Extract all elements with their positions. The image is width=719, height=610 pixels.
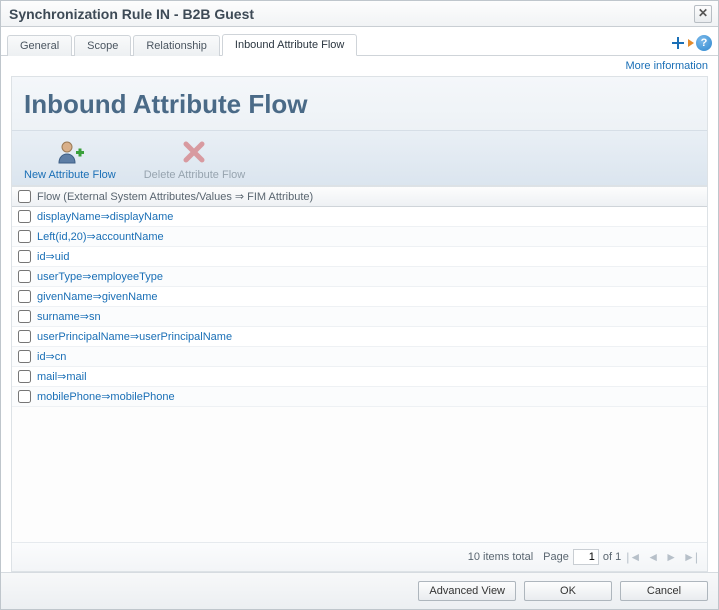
pager: Page of 1 |◄ ◄ ► ►| bbox=[543, 549, 699, 565]
cancel-button[interactable]: Cancel bbox=[620, 581, 708, 601]
row-checkbox[interactable] bbox=[18, 210, 31, 223]
table-row[interactable]: givenName⇒givenName bbox=[12, 287, 707, 307]
table-row[interactable]: mail⇒mail bbox=[12, 367, 707, 387]
table-row[interactable]: surname⇒sn bbox=[12, 307, 707, 327]
flow-link[interactable]: id⇒cn bbox=[37, 350, 66, 363]
delete-attribute-flow-label: Delete Attribute Flow bbox=[144, 169, 246, 181]
row-checkbox[interactable] bbox=[18, 350, 31, 363]
pager-next-icon[interactable]: ► bbox=[664, 550, 678, 564]
row-checkbox[interactable] bbox=[18, 290, 31, 303]
dialog-button-bar: Advanced View OK Cancel bbox=[1, 572, 718, 609]
tab-strip: General Scope Relationship Inbound Attri… bbox=[1, 27, 718, 56]
content-area: Inbound Attribute Flow New Attribute Flo… bbox=[1, 72, 718, 572]
help-icon[interactable]: ? bbox=[696, 35, 712, 51]
flow-link[interactable]: surname⇒sn bbox=[37, 310, 101, 323]
table-row[interactable]: id⇒cn bbox=[12, 347, 707, 367]
more-information-link[interactable]: More information bbox=[625, 60, 708, 72]
row-checkbox[interactable] bbox=[18, 390, 31, 403]
delete-attribute-flow-button: Delete Attribute Flow bbox=[144, 137, 246, 181]
new-attribute-flow-label: New Attribute Flow bbox=[24, 169, 116, 181]
table-row[interactable]: id⇒uid bbox=[12, 247, 707, 267]
add-icon[interactable] bbox=[674, 36, 690, 50]
attribute-flow-pane: Inbound Attribute Flow New Attribute Flo… bbox=[11, 76, 708, 572]
window-title: Synchronization Rule IN - B2B Guest bbox=[9, 6, 254, 22]
row-checkbox[interactable] bbox=[18, 310, 31, 323]
table-row[interactable]: userPrincipalName⇒userPrincipalName bbox=[12, 327, 707, 347]
table-row[interactable]: mobilePhone⇒mobilePhone bbox=[12, 387, 707, 407]
attribute-flow-grid: Flow (External System Attributes/Values … bbox=[12, 186, 707, 542]
row-checkbox[interactable] bbox=[18, 370, 31, 383]
flow-link[interactable]: givenName⇒givenName bbox=[37, 290, 158, 303]
table-row[interactable]: userType⇒employeeType bbox=[12, 267, 707, 287]
pager-last-icon[interactable]: ►| bbox=[682, 550, 699, 564]
close-button[interactable]: ✕ bbox=[694, 5, 712, 23]
delete-x-icon bbox=[176, 137, 212, 167]
row-checkbox[interactable] bbox=[18, 230, 31, 243]
flow-link[interactable]: userPrincipalName⇒userPrincipalName bbox=[37, 330, 232, 343]
user-plus-icon bbox=[52, 137, 88, 167]
select-all-checkbox[interactable] bbox=[18, 190, 31, 203]
page-label: Page bbox=[543, 551, 569, 563]
tab-inbound-attribute-flow[interactable]: Inbound Attribute Flow bbox=[222, 34, 357, 56]
flow-link[interactable]: mail⇒mail bbox=[37, 370, 87, 383]
tab-scope[interactable]: Scope bbox=[74, 35, 131, 56]
dialog-window: Synchronization Rule IN - B2B Guest ✕ Ge… bbox=[0, 0, 719, 610]
page-of-label: of 1 bbox=[603, 551, 621, 563]
flow-link[interactable]: mobilePhone⇒mobilePhone bbox=[37, 390, 175, 403]
page-number-input[interactable] bbox=[573, 549, 599, 565]
flow-link[interactable]: displayName⇒displayName bbox=[37, 210, 173, 223]
tab-relationship[interactable]: Relationship bbox=[133, 35, 220, 56]
row-checkbox[interactable] bbox=[18, 270, 31, 283]
pager-prev-icon[interactable]: ◄ bbox=[646, 550, 660, 564]
page-heading: Inbound Attribute Flow bbox=[24, 89, 695, 120]
title-bar: Synchronization Rule IN - B2B Guest ✕ bbox=[1, 1, 718, 27]
row-checkbox[interactable] bbox=[18, 330, 31, 343]
toolbar: New Attribute Flow Delete Attribute Flow bbox=[12, 130, 707, 185]
tab-general[interactable]: General bbox=[7, 35, 72, 56]
advanced-view-button[interactable]: Advanced View bbox=[418, 581, 516, 601]
pager-first-icon[interactable]: |◄ bbox=[625, 550, 642, 564]
flow-link[interactable]: id⇒uid bbox=[37, 250, 69, 263]
grid-header-label: Flow (External System Attributes/Values … bbox=[37, 190, 313, 203]
flow-link[interactable]: userType⇒employeeType bbox=[37, 270, 163, 283]
table-row[interactable]: displayName⇒displayName bbox=[12, 207, 707, 227]
items-total-label: 10 items total bbox=[468, 551, 533, 563]
ok-button[interactable]: OK bbox=[524, 581, 612, 601]
pane-header: Inbound Attribute Flow New Attribute Flo… bbox=[12, 77, 707, 186]
row-checkbox[interactable] bbox=[18, 250, 31, 263]
grid-footer: 10 items total Page of 1 |◄ ◄ ► ►| bbox=[12, 542, 707, 571]
flow-link[interactable]: Left(id,20)⇒accountName bbox=[37, 230, 164, 243]
grid-header-row: Flow (External System Attributes/Values … bbox=[12, 186, 707, 207]
more-information-row: More information bbox=[1, 56, 718, 72]
new-attribute-flow-button[interactable]: New Attribute Flow bbox=[24, 137, 116, 181]
table-row[interactable]: Left(id,20)⇒accountName bbox=[12, 227, 707, 247]
